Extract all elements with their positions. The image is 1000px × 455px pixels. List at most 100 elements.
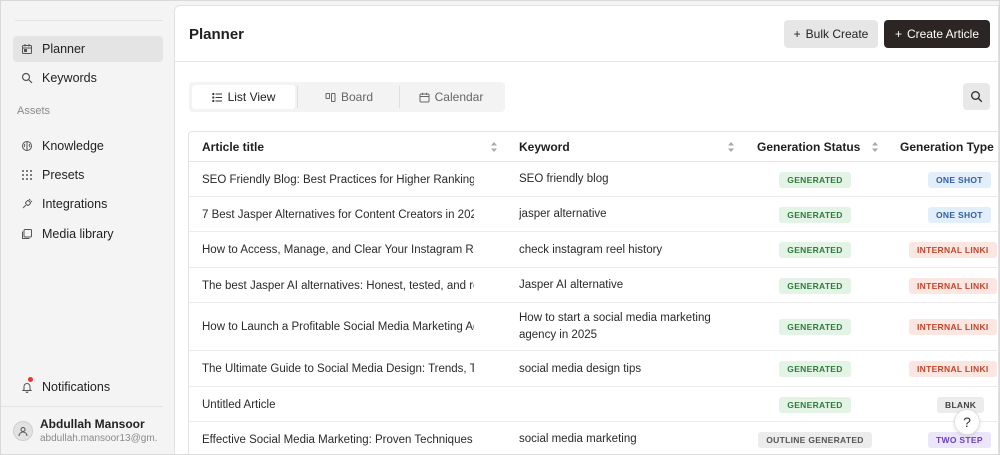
keyword-cell: Jasper AI alternative [519, 268, 719, 303]
keyword-cell-text: Jasper AI alternative [519, 279, 624, 291]
keyword-cell-text: jasper alternative [519, 208, 607, 220]
sidebar-item-integrations[interactable]: Integrations [13, 191, 163, 217]
sort-icon[interactable] [727, 141, 735, 153]
article-title-cell: Effective Social Media Marketing: Proven… [202, 422, 474, 454]
generation-type-cell: INTERNAL LINKI [889, 232, 999, 268]
user-info: Abdullah Mansoor abdullah.mansoor13@gm..… [40, 417, 158, 445]
sidebar-divider [15, 20, 163, 21]
generation-type-cell-badge: INTERNAL LINKI [909, 242, 997, 258]
article-title-cell-text: How to Access, Manage, and Clear Your In… [202, 244, 474, 256]
sidebar-item-label: Notifications [42, 380, 111, 394]
create-article-button[interactable]: + Create Article [884, 20, 990, 48]
calendar-icon [21, 43, 33, 55]
keyword-cell: social media design tips [519, 351, 719, 387]
column-header-article-title[interactable]: Article title [202, 132, 264, 162]
sidebar-item-keywords[interactable]: Keywords [13, 65, 163, 91]
article-title-cell: The Ultimate Guide to Social Media Desig… [202, 351, 474, 387]
table-row[interactable]: How to Launch a Profitable Social Media … [189, 303, 999, 351]
sidebar-item-planner[interactable]: Planner [13, 36, 163, 62]
page-title: Planner [189, 26, 245, 43]
app-window: Planner Keywords Assets Knowledge Preset… [0, 0, 1000, 455]
sidebar-item-label: Planner [42, 42, 86, 56]
brain-icon [21, 140, 33, 152]
table-row[interactable]: 7 Best Jasper Alternatives for Content C… [189, 197, 999, 232]
generation-status-cell: GENERATED [755, 162, 875, 197]
article-title-cell: 7 Best Jasper Alternatives for Content C… [202, 197, 474, 232]
keyword-cell-text: social media marketing [519, 433, 637, 445]
table-row[interactable]: The Ultimate Guide to Social Media Desig… [189, 351, 999, 387]
article-title-cell-text: The best Jasper AI alternatives: Honest,… [202, 279, 474, 292]
tab-board[interactable]: Board [299, 85, 399, 109]
tab-calendar[interactable]: Calendar [401, 85, 501, 109]
tab-separator [399, 86, 400, 108]
sort-icon[interactable] [871, 141, 879, 153]
article-title-cell: How to Access, Manage, and Clear Your In… [202, 232, 474, 268]
sidebar-item-presets[interactable]: Presets [13, 162, 163, 188]
table-row[interactable]: SEO Friendly Blog: Best Practices for Hi… [189, 162, 999, 197]
generation-type-cell-badge: INTERNAL LINKI [909, 361, 997, 377]
generation-type-cell-badge: TWO STEP [928, 431, 991, 448]
search-button[interactable] [963, 83, 990, 110]
article-title-cell-text: Effective Social Media Marketing: Proven… [202, 433, 474, 446]
keyword-cell-text: How to start a social media marketing ag… [519, 312, 711, 341]
tab-separator [297, 86, 298, 108]
keyword-cell: check instagram reel history [519, 232, 719, 268]
generation-status-cell-badge: GENERATED [779, 206, 851, 223]
generation-status-cell: GENERATED [755, 387, 875, 422]
sidebar-divider [1, 406, 163, 407]
tab-list-view[interactable]: List View [192, 85, 295, 109]
table-row[interactable]: Untitled Article GENERATED BLANK [189, 387, 999, 422]
article-title-cell: The best Jasper AI alternatives: Honest,… [202, 268, 474, 303]
table-row[interactable]: Effective Social Media Marketing: Proven… [189, 422, 999, 454]
table-row[interactable]: The best Jasper AI alternatives: Honest,… [189, 268, 999, 303]
sidebar-item-label: Integrations [42, 197, 108, 211]
plus-icon: + [793, 27, 801, 41]
bulk-create-button[interactable]: + Bulk Create [784, 20, 878, 48]
generation-status-cell: OUTLINE GENERATED [755, 422, 875, 454]
article-title-cell: Untitled Article [202, 387, 474, 422]
keyword-cell: SEO friendly blog [519, 162, 719, 197]
keyword-cell: social media marketing [519, 422, 719, 454]
sidebar-item-label: Media library [42, 227, 114, 241]
article-title-cell-text: How to Launch a Profitable Social Media … [202, 321, 474, 333]
sidebar-section-assets: Assets [17, 105, 51, 117]
article-title-cell-text: The Ultimate Guide to Social Media Desig… [202, 363, 474, 375]
generation-status-cell: GENERATED [755, 268, 875, 303]
generation-type-cell: INTERNAL LINKI [889, 268, 999, 303]
search-icon [21, 72, 33, 84]
sort-icon[interactable] [490, 141, 498, 153]
generation-type-cell: ONE SHOT [889, 197, 999, 232]
search-icon [971, 91, 983, 103]
sidebar-item-label: Keywords [42, 71, 97, 85]
generation-status-cell-badge: GENERATED [779, 319, 851, 335]
generation-type-cell-badge: ONE SHOT [928, 171, 991, 188]
create-article-label: Create Article [906, 27, 980, 41]
tab-label: List View [227, 90, 276, 104]
generation-status-cell-badge: OUTLINE GENERATED [758, 431, 872, 448]
generation-type-cell: BLANK [889, 387, 999, 422]
column-header-generation-status[interactable]: Generation Status [757, 132, 860, 162]
table-header: Article title Keyword Generation Status … [189, 132, 999, 162]
bulk-create-label: Bulk Create [805, 27, 869, 41]
keyword-cell-text: check instagram reel history [519, 243, 663, 256]
generation-status-cell: GENERATED [755, 232, 875, 268]
main-panel: Planner + Bulk Create + Create Article L… [174, 5, 999, 454]
user-profile[interactable]: Abdullah Mansoor abdullah.mansoor13@gm..… [13, 415, 163, 447]
user-email: abdullah.mansoor13@gm... [40, 433, 158, 444]
column-header-generation-type[interactable]: Generation Type [900, 132, 994, 162]
tab-label: Board [340, 90, 374, 104]
media-library-icon [21, 228, 33, 240]
sidebar-item-media-library[interactable]: Media library [13, 221, 163, 247]
sidebar-item-knowledge[interactable]: Knowledge [13, 133, 163, 159]
articles-table: Article title Keyword Generation Status … [188, 131, 999, 454]
generation-type-cell: ONE SHOT [889, 162, 999, 197]
article-title-cell-text: SEO Friendly Blog: Best Practices for Hi… [202, 173, 474, 186]
article-title-cell-text: 7 Best Jasper Alternatives for Content C… [202, 208, 474, 221]
sidebar-item-label: Knowledge [42, 139, 104, 153]
table-row[interactable]: How to Access, Manage, and Clear Your In… [189, 232, 999, 268]
sidebar-item-notifications[interactable]: Notifications [13, 374, 163, 400]
list-icon [211, 92, 222, 102]
generation-status-cell-badge: GENERATED [779, 361, 851, 377]
column-header-keyword[interactable]: Keyword [519, 132, 570, 162]
help-button[interactable]: ? [954, 409, 980, 435]
